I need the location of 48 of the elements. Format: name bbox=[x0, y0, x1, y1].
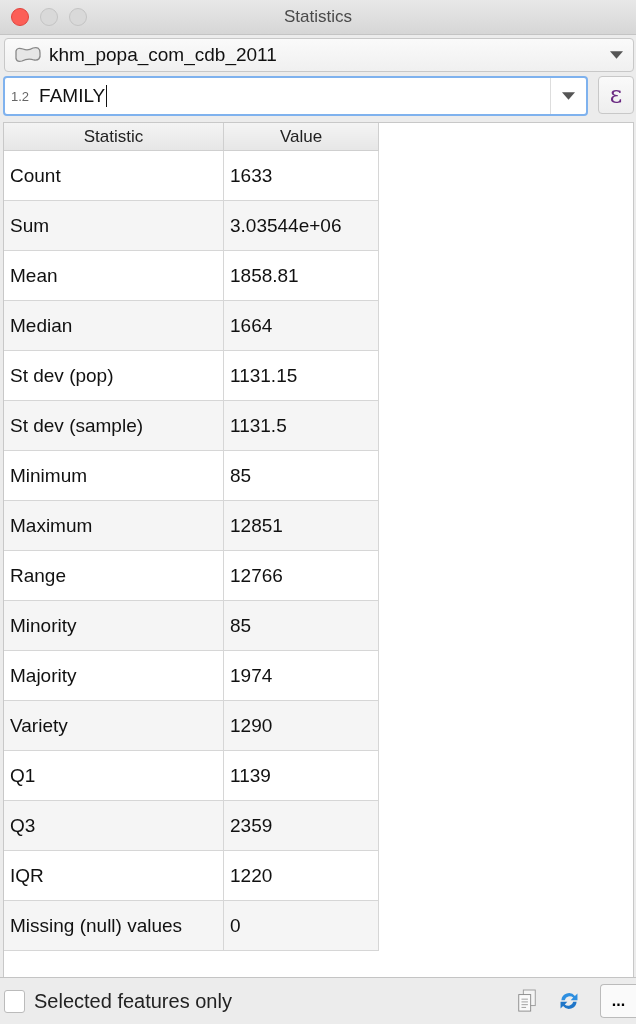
table-cell: 1139 bbox=[223, 750, 379, 801]
table-cell: 1858.81 bbox=[223, 250, 379, 301]
table-cell: Maximum bbox=[4, 500, 224, 551]
table-cell: 1633 bbox=[223, 150, 379, 201]
table-cell: St dev (pop) bbox=[4, 350, 224, 401]
checkbox[interactable] bbox=[4, 989, 25, 1013]
table-cell: Mean bbox=[4, 250, 224, 301]
table-cell: 1131.5 bbox=[223, 400, 379, 451]
table-cell: 1290 bbox=[223, 700, 379, 751]
window-title: Statistics bbox=[284, 7, 352, 27]
table-cell: Q1 bbox=[4, 750, 224, 801]
table-cell: 12851 bbox=[223, 500, 379, 551]
field-name: FAMILY bbox=[39, 85, 106, 107]
table-cell: Missing (null) values bbox=[4, 900, 224, 951]
table-cell: IQR bbox=[4, 850, 224, 901]
layer-dropdown[interactable]: khm_popa_com_cdb_2011 bbox=[4, 38, 634, 72]
copy-icon[interactable] bbox=[516, 989, 538, 1013]
table-cell: Q3 bbox=[4, 800, 224, 851]
table-cell: Sum bbox=[4, 200, 224, 251]
caret-icon bbox=[562, 92, 575, 100]
table-cell: 85 bbox=[223, 450, 379, 501]
table-cell: 3.03544e+06 bbox=[223, 200, 379, 251]
table-cell: Minority bbox=[4, 600, 224, 651]
table-cell: 1131.15 bbox=[223, 350, 379, 401]
checkbox-label: Selected features only bbox=[34, 989, 232, 1013]
caret-icon bbox=[610, 51, 623, 59]
column-header[interactable]: Statistic bbox=[4, 123, 224, 151]
table-cell: St dev (sample) bbox=[4, 400, 224, 451]
table-cell: Range bbox=[4, 550, 224, 601]
table-cell: 1974 bbox=[223, 650, 379, 701]
table-cell: 85 bbox=[223, 600, 379, 651]
table-cell: 1220 bbox=[223, 850, 379, 901]
table-cell: 1664 bbox=[223, 300, 379, 351]
close-button[interactable] bbox=[11, 8, 29, 26]
table-cell: Majority bbox=[4, 650, 224, 701]
table-cell: Variety bbox=[4, 700, 224, 751]
field-type-label: 1.2 bbox=[11, 88, 30, 104]
table-cell: Count bbox=[4, 150, 224, 201]
field-dropdown[interactable]: 1.2 FAMILY bbox=[3, 76, 588, 116]
table-cell: 0 bbox=[223, 900, 379, 951]
column-header[interactable]: Value bbox=[223, 123, 379, 151]
table-cell: Minimum bbox=[4, 450, 224, 501]
more-options-button[interactable]: ... bbox=[600, 984, 636, 1018]
table-cell: 2359 bbox=[223, 800, 379, 851]
table-cell: 12766 bbox=[223, 550, 379, 601]
expression-button[interactable]: ε bbox=[598, 76, 634, 114]
polygon-layer-icon bbox=[13, 45, 43, 65]
table-cell: Median bbox=[4, 300, 224, 351]
